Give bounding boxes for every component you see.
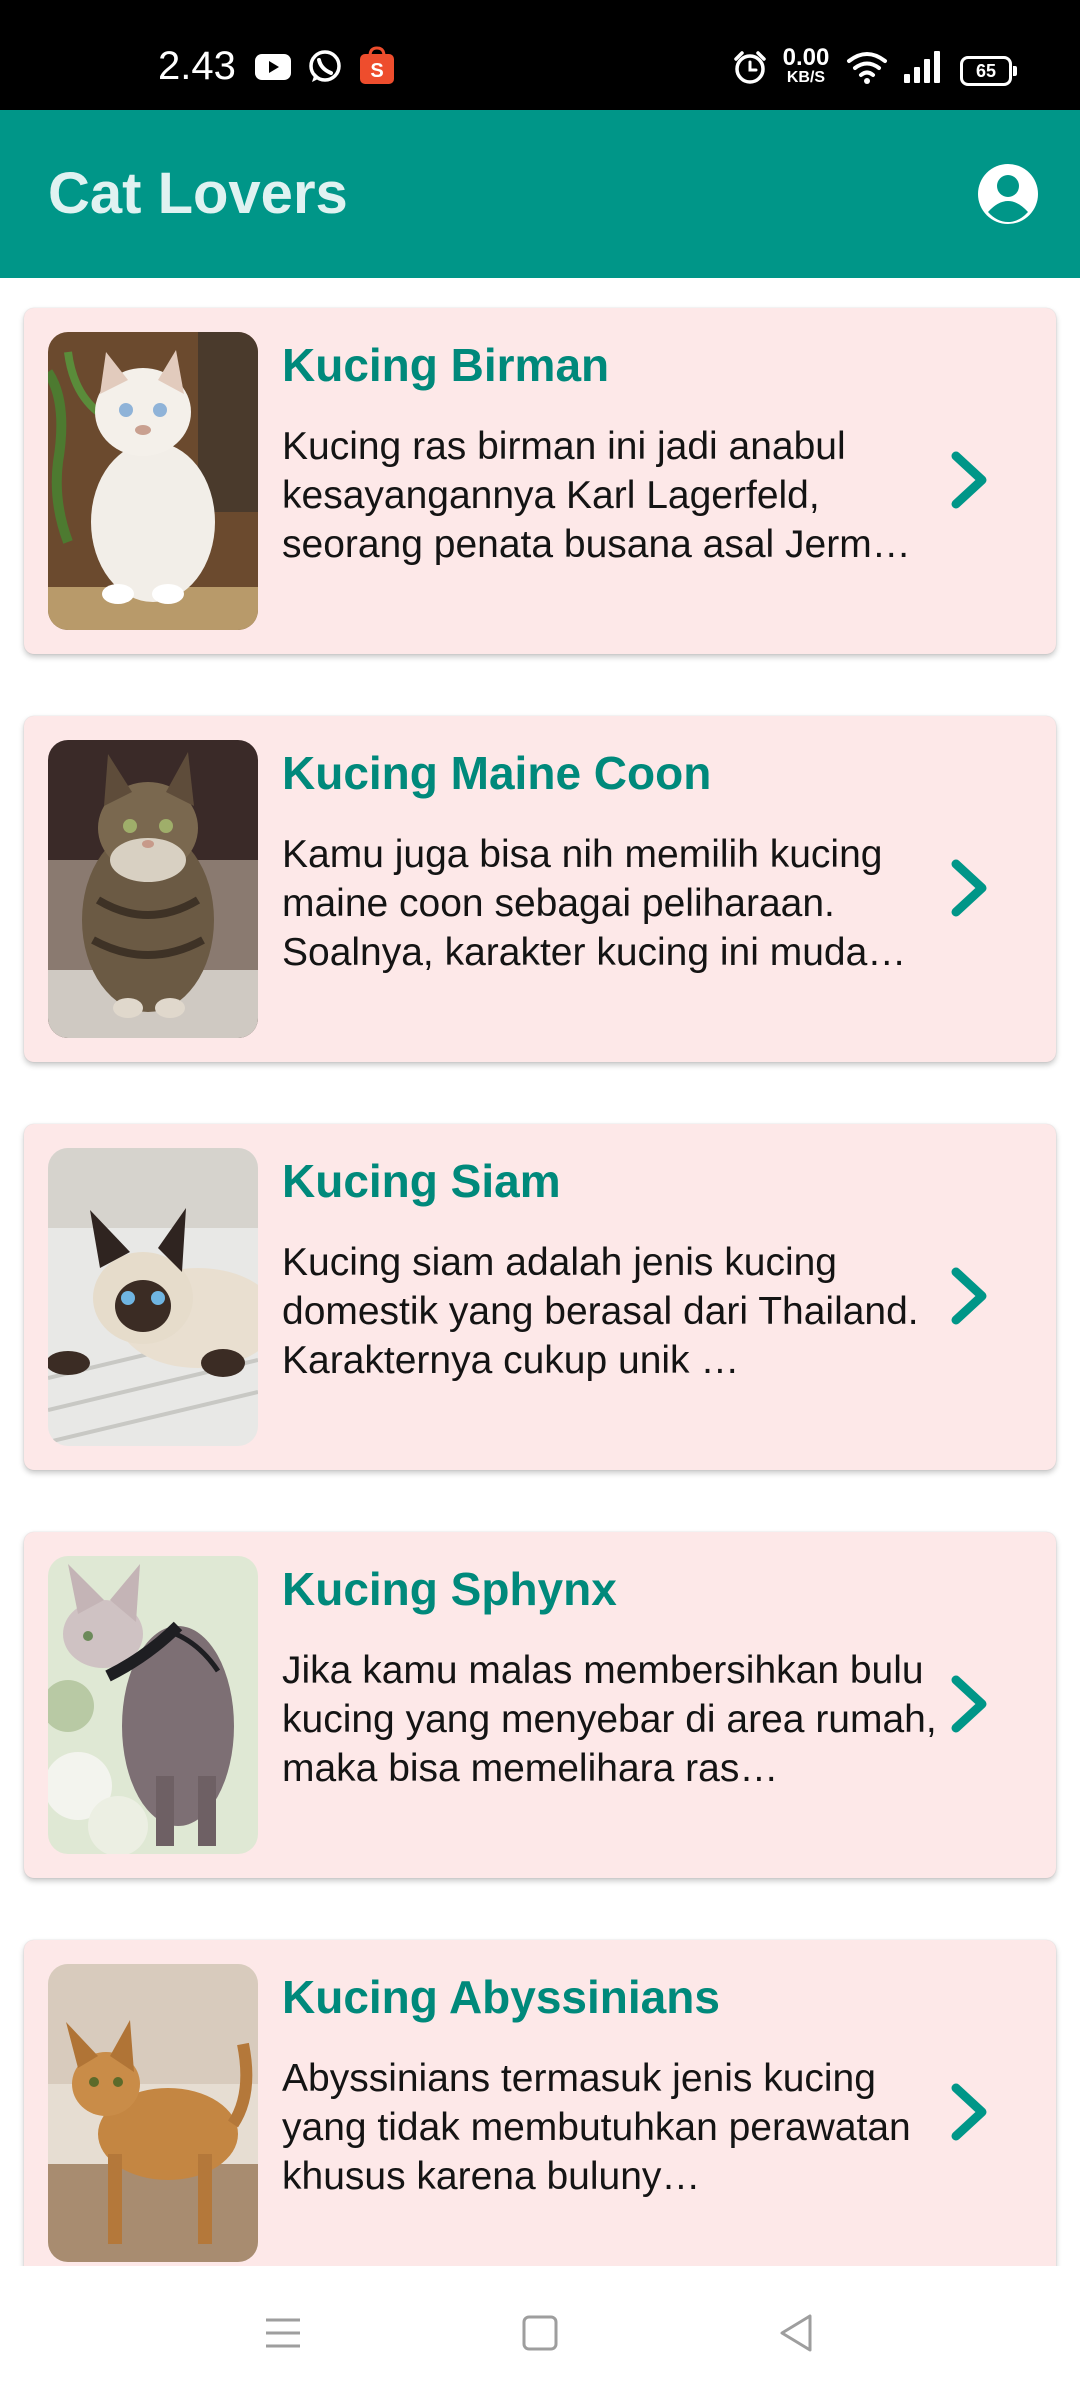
home-square-icon[interactable] [515, 2308, 565, 2358]
net-speed-unit: KB/S [786, 69, 826, 86]
chevron-right-icon[interactable] [944, 450, 994, 510]
cat-title: Kucing Siam [282, 1155, 561, 1207]
back-triangle-icon[interactable] [772, 2308, 822, 2358]
list-item-maine-coon[interactable]: Kucing Maine Coon Kamu juga bisa nih mem… [24, 716, 1056, 1062]
cat-description: Jika kamu malas membersihkan bulu kucing… [282, 1649, 937, 1790]
account-circle-icon[interactable] [976, 162, 1040, 226]
battery-icon: 65 [960, 56, 1017, 86]
youtube-icon [255, 54, 291, 80]
app-title: Cat Lovers [48, 161, 348, 226]
status-time: 2.43 [158, 44, 236, 88]
cat-description: Kucing ras birman ini jadi anabul kesaya… [282, 425, 911, 566]
list-item-siam[interactable]: Kucing Siam Kucing siam adalah jenis kuc… [24, 1124, 1056, 1470]
chevron-right-icon[interactable] [944, 2082, 994, 2142]
system-nav-bar [0, 2266, 1080, 2400]
cat-title: Kucing Birman [282, 339, 610, 391]
chevron-right-icon[interactable] [944, 1674, 994, 1734]
wifi-icon [847, 52, 887, 84]
svg-text:S: S [370, 60, 383, 82]
signal-icon [904, 51, 940, 83]
alarm-icon [734, 51, 766, 84]
cat-title: Kucing Maine Coon [282, 747, 712, 799]
cat-description: Kucing siam adalah jenis kucing domestik… [282, 1241, 919, 1382]
net-speed-value: 0.00 [782, 44, 830, 71]
cat-description: Abyssinians termasuk jenis kucing yang t… [282, 2057, 911, 2198]
cat-title: Kucing Sphynx [282, 1563, 617, 1615]
shopee-icon: S [360, 46, 394, 84]
whatsapp-icon [309, 50, 341, 82]
app-bar: Cat Lovers [0, 110, 1080, 278]
cat-photo [48, 1964, 258, 2262]
chevron-right-icon[interactable] [944, 1266, 994, 1326]
net-speed: 0.00 KB/S [780, 46, 832, 86]
cat-photo [48, 332, 258, 630]
cat-title: Kucing Abyssinians [282, 1971, 720, 2023]
cat-photo [48, 1556, 258, 1854]
cat-list[interactable]: Kucing Birman Kucing ras birman ini jadi… [0, 278, 1080, 2266]
chevron-right-icon[interactable] [944, 858, 994, 918]
list-item-birman[interactable]: Kucing Birman Kucing ras birman ini jadi… [24, 308, 1056, 654]
cat-photo [48, 740, 258, 1038]
list-item-sphynx[interactable]: Kucing Sphynx Jika kamu malas membersihk… [24, 1532, 1056, 1878]
menu-icon[interactable] [258, 2308, 308, 2358]
cat-description: Kamu juga bisa nih memilih kucing maine … [282, 833, 907, 974]
status-bar: 2.43 S 0.00 KB/S 65 [0, 0, 1080, 110]
cat-photo [48, 1148, 258, 1446]
list-item-abyssinians[interactable]: Kucing Abyssinians Abyssinians termasuk … [24, 1940, 1056, 2266]
